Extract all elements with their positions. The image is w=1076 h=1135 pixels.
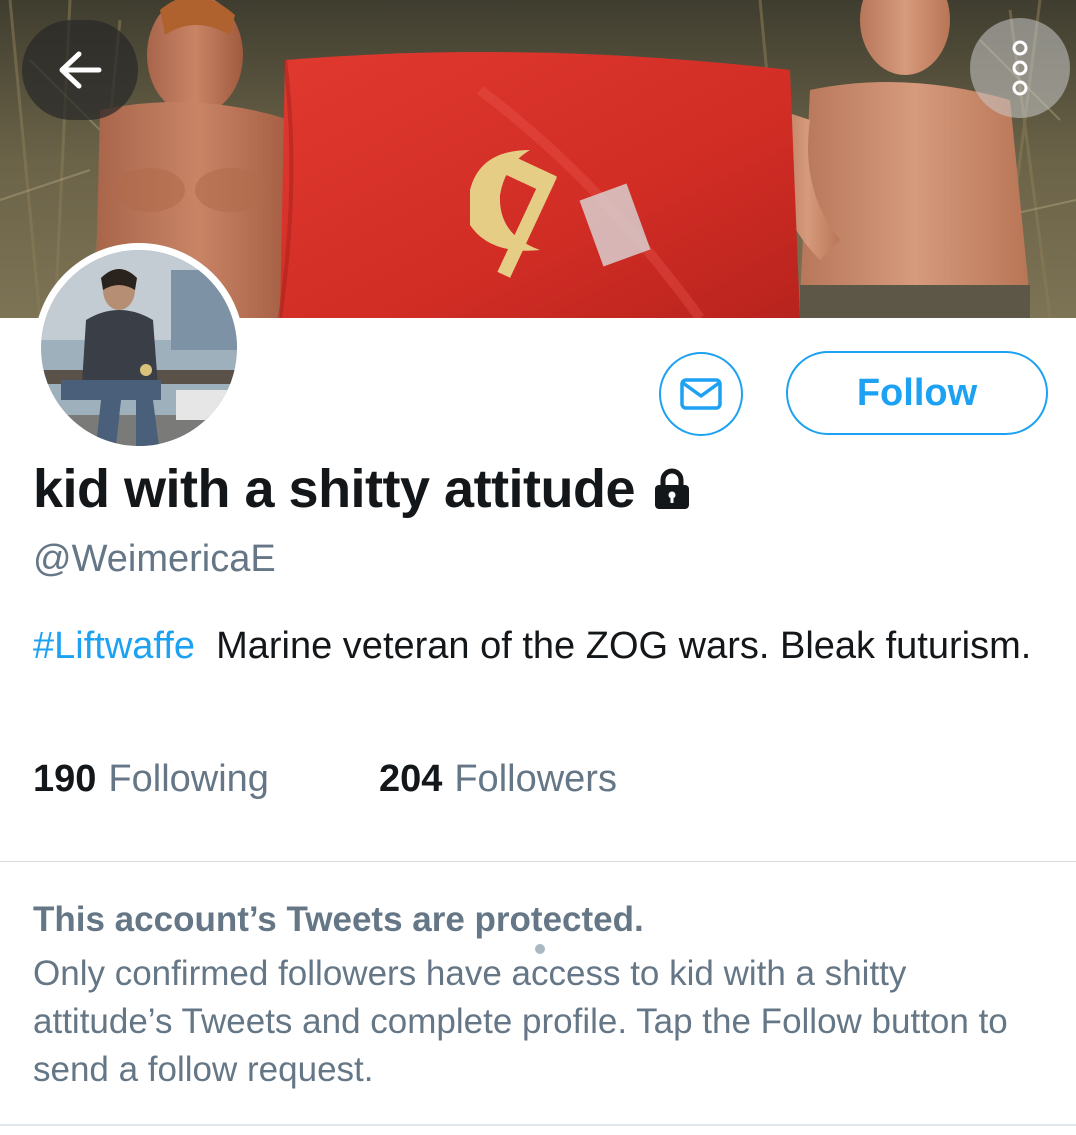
followers-label: Followers — [454, 758, 617, 800]
bio: #Liftwaffe Marine veteran of the ZOG war… — [33, 620, 1033, 672]
follow-button[interactable]: Follow — [786, 351, 1048, 435]
lock-icon — [655, 468, 690, 509]
divider — [0, 861, 1076, 862]
avatar-image — [41, 250, 237, 446]
more-options-button[interactable] — [970, 18, 1070, 118]
follow-stats: 190 Following 204 Followers — [33, 758, 617, 801]
followers-stat[interactable]: 204 Followers — [379, 758, 617, 801]
arrow-left-icon — [59, 51, 102, 89]
bio-hashtag-link[interactable]: #Liftwaffe — [33, 625, 195, 667]
protected-notice-body: Only confirmed followers have access to … — [33, 954, 1008, 1089]
display-name: kid with a shitty attitude — [33, 458, 693, 520]
message-button[interactable] — [659, 352, 743, 436]
following-stat[interactable]: 190 Following — [33, 758, 269, 801]
envelope-icon — [680, 378, 722, 410]
followers-count: 204 — [378, 758, 443, 800]
bottom-divider — [0, 1124, 1076, 1126]
avatar[interactable] — [34, 243, 244, 453]
user-handle: @WeimericaE — [33, 538, 276, 580]
bio-text: Marine veteran of the ZOG wars. Bleak fu… — [216, 625, 1032, 667]
following-label: Following — [108, 758, 269, 800]
following-count: 190 — [33, 758, 97, 800]
display-name-text: kid with a shitty attitude — [33, 459, 636, 519]
back-button[interactable] — [22, 20, 138, 120]
more-dots-vertical-icon — [1012, 40, 1028, 96]
protected-notice-title: This account’s Tweets are protected. — [33, 900, 644, 939]
